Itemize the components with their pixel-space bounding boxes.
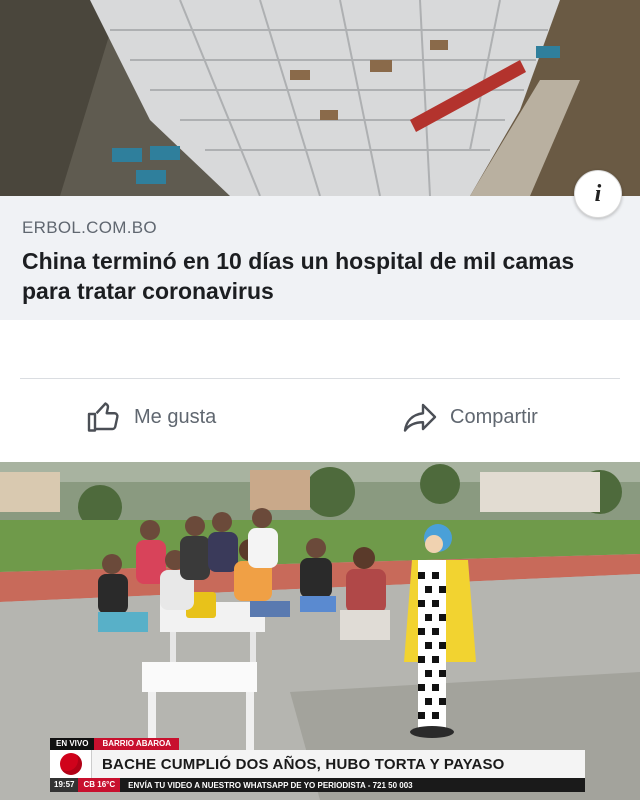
info-icon[interactable]: i <box>574 170 622 218</box>
live-tag: EN VIVO <box>50 738 95 750</box>
tv-ticker-message: ENVÍA TU VIDEO A NUESTRO WHATSAPP DE YO … <box>128 780 413 790</box>
link-headline[interactable]: China terminó en 10 días un hospital de … <box>22 246 602 306</box>
post-actions-bar: Me gusta Compartir <box>0 379 640 457</box>
card-spacer <box>0 320 640 378</box>
tv-clock: 19:57 <box>50 778 79 792</box>
share-label: Compartir <box>450 405 538 428</box>
link-source-domain: ERBOL.COM.BO <box>22 218 157 237</box>
like-label: Me gusta <box>134 405 217 428</box>
hospital-aerial-photo <box>0 0 640 196</box>
channel-logo-icon <box>50 750 92 778</box>
tv-headline: BACHE CUMPLIÓ DOS AÑOS, HUBO TORTA Y PAY… <box>102 755 505 773</box>
tv-weather: CB 16°C <box>78 778 121 792</box>
hospital-aerial-illustration <box>0 0 640 196</box>
tv-lower-third: BACHE CUMPLIÓ DOS AÑOS, HUBO TORTA Y PAY… <box>50 750 585 778</box>
topic-tag: BARRIO ABAROA <box>94 738 180 750</box>
tv-ticker: 19:57 CB 16°C ENVÍA TU VIDEO A NUESTRO W… <box>50 778 585 792</box>
tv-tag-row: EN VIVO BARRIO ABAROA <box>50 738 180 750</box>
share-button[interactable]: Compartir <box>402 397 538 437</box>
thumbs-up-icon <box>87 402 119 432</box>
news-broadcast-photo: EN VIVO BARRIO ABAROA BACHE CUMPLIÓ DOS … <box>0 462 640 800</box>
share-arrow-icon <box>403 403 437 432</box>
like-button[interactable]: Me gusta <box>86 397 216 437</box>
link-preview-card[interactable]: ERBOL.COM.BO China terminó en 10 días un… <box>0 196 640 320</box>
